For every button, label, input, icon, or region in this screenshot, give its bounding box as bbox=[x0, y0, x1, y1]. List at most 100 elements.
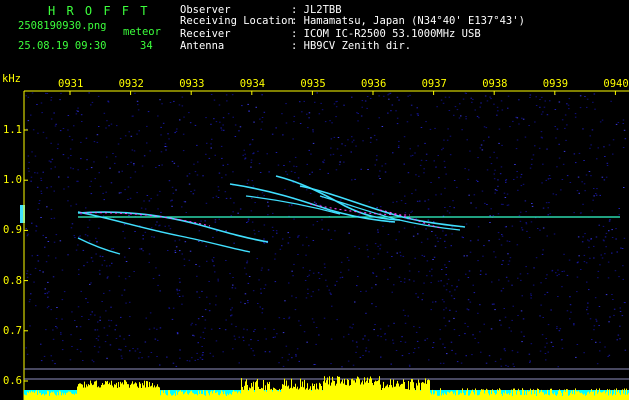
noise-speck bbox=[251, 139, 254, 141]
noise-speck bbox=[167, 133, 169, 135]
noise-speck bbox=[456, 361, 459, 363]
level-bar bbox=[424, 383, 425, 400]
level-bar bbox=[126, 381, 127, 400]
noise-speck bbox=[251, 197, 253, 199]
noise-speck bbox=[91, 359, 94, 361]
noise-speck bbox=[546, 235, 548, 237]
noise-speck bbox=[79, 235, 81, 237]
noise-speck bbox=[493, 103, 495, 105]
noise-speck bbox=[356, 346, 358, 348]
noise-speck bbox=[134, 231, 136, 232]
noise-speck bbox=[294, 156, 297, 158]
level-bar bbox=[522, 388, 523, 400]
noise-speck bbox=[424, 339, 426, 341]
noise-speck bbox=[606, 165, 609, 166]
noise-speck bbox=[529, 97, 531, 98]
noise-speck bbox=[348, 259, 350, 261]
noise-speck bbox=[175, 130, 178, 132]
level-bar bbox=[274, 388, 275, 400]
noise-speck bbox=[373, 134, 376, 136]
noise-speck bbox=[386, 251, 389, 253]
noise-speck bbox=[351, 327, 353, 329]
noise-speck bbox=[518, 99, 520, 101]
level-bar bbox=[53, 391, 54, 400]
noise-speck bbox=[437, 155, 439, 156]
noise-speck bbox=[491, 281, 493, 283]
level-bar bbox=[216, 392, 217, 400]
noise-speck bbox=[305, 236, 308, 238]
noise-speck bbox=[46, 292, 49, 294]
noise-speck bbox=[415, 293, 417, 295]
noise-speck bbox=[287, 359, 289, 361]
noise-speck bbox=[106, 334, 109, 336]
noise-speck bbox=[547, 178, 550, 180]
noise-speck bbox=[170, 200, 172, 202]
noise-speck bbox=[80, 290, 82, 292]
level-bar bbox=[169, 390, 170, 400]
level-bar bbox=[81, 384, 82, 400]
noise-speck bbox=[118, 171, 120, 173]
level-bar bbox=[82, 384, 83, 400]
noise-speck bbox=[171, 205, 173, 207]
noise-speck bbox=[26, 276, 29, 278]
noise-speck bbox=[442, 215, 445, 217]
noise-speck bbox=[197, 342, 199, 344]
noise-speck bbox=[131, 149, 134, 151]
level-bar bbox=[307, 383, 308, 400]
level-bar bbox=[512, 396, 513, 400]
noise-speck bbox=[242, 336, 244, 338]
noise-speck bbox=[211, 259, 213, 261]
noise-speck bbox=[258, 279, 260, 281]
level-bar bbox=[236, 391, 237, 400]
noise-speck bbox=[336, 319, 338, 321]
level-bar bbox=[77, 386, 78, 400]
level-bar bbox=[470, 393, 471, 400]
noise-speck bbox=[505, 276, 508, 278]
noise-speck bbox=[423, 282, 425, 284]
noise-speck bbox=[285, 345, 288, 347]
noise-speck bbox=[401, 336, 403, 338]
level-bar bbox=[449, 392, 450, 400]
noise-speck bbox=[321, 109, 324, 111]
level-bar bbox=[122, 382, 123, 400]
noise-speck bbox=[371, 303, 373, 305]
level-bar bbox=[239, 391, 240, 400]
level-bar bbox=[48, 391, 49, 400]
noise-speck bbox=[392, 339, 394, 341]
level-bar bbox=[328, 384, 329, 400]
noise-speck bbox=[510, 330, 512, 332]
noise-speck bbox=[419, 164, 422, 166]
noise-speck bbox=[200, 220, 202, 222]
noise-speck bbox=[582, 128, 584, 130]
noise-speck bbox=[232, 171, 234, 173]
level-bar bbox=[301, 386, 302, 400]
level-bar bbox=[538, 389, 539, 400]
noise-speck bbox=[253, 229, 255, 231]
noise-speck bbox=[91, 101, 94, 103]
noise-speck bbox=[378, 117, 380, 119]
noise-speck bbox=[576, 276, 579, 278]
time-tick-label: 0935 bbox=[300, 78, 326, 90]
noise-speck bbox=[323, 159, 326, 161]
noise-speck bbox=[365, 312, 367, 314]
level-bar bbox=[112, 385, 113, 400]
noise-speck bbox=[582, 236, 584, 238]
level-bar bbox=[596, 388, 597, 400]
noise-speck bbox=[404, 212, 407, 214]
noise-speck bbox=[542, 317, 544, 318]
noise-speck bbox=[444, 235, 447, 236]
level-bar bbox=[234, 391, 235, 400]
level-bar bbox=[44, 395, 45, 400]
noise-speck bbox=[524, 200, 527, 202]
noise-speck bbox=[607, 356, 609, 357]
noise-speck bbox=[97, 339, 99, 341]
noise-speck bbox=[70, 334, 72, 336]
noise-speck bbox=[549, 100, 551, 102]
noise-speck bbox=[544, 346, 546, 348]
noise-speck bbox=[260, 269, 263, 271]
noise-speck bbox=[458, 335, 461, 336]
noise-speck bbox=[467, 326, 469, 328]
level-bar bbox=[223, 394, 224, 400]
level-bar bbox=[536, 396, 537, 400]
level-bar bbox=[131, 383, 132, 400]
